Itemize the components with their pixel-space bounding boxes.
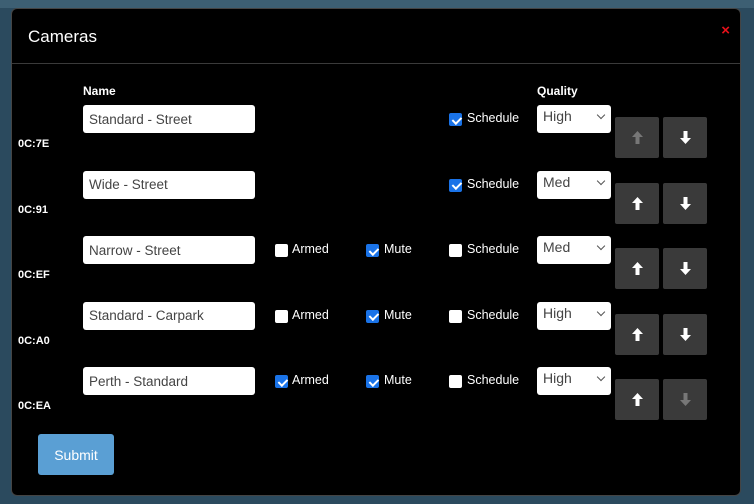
quality-select[interactable]: High xyxy=(537,301,611,330)
camera-name-input[interactable] xyxy=(83,105,255,133)
arrow-up-icon xyxy=(631,393,643,406)
move-down-button[interactable] xyxy=(663,313,707,355)
mute-label: Mute xyxy=(384,307,412,322)
mute-checkbox[interactable] xyxy=(366,375,379,388)
chevron-down-icon xyxy=(596,110,606,120)
arrow-up-icon xyxy=(631,327,643,341)
camera-row: 0C:EA Armed Mute Schedule High xyxy=(12,367,740,427)
schedule-checkbox[interactable] xyxy=(449,244,462,257)
camera-name-input[interactable] xyxy=(83,301,255,330)
dialog-header: Cameras × xyxy=(12,9,740,64)
arrow-up-icon xyxy=(631,131,643,144)
camera-mac-label: 0C:91 xyxy=(18,203,48,216)
cameras-dialog: Cameras × Name Quality 0C:7E Schedule Hig… xyxy=(11,8,741,496)
armed-label: Armed xyxy=(292,242,329,256)
camera-row: 0C:7E Schedule High xyxy=(12,105,740,165)
schedule-checkbox[interactable] xyxy=(449,178,462,192)
name-column-header: Name xyxy=(83,84,116,98)
quality-selected-value: High xyxy=(543,304,572,321)
quality-select[interactable]: Med xyxy=(537,236,611,264)
quality-select[interactable]: Med xyxy=(537,170,611,199)
schedule-label: Schedule xyxy=(467,307,520,322)
chevron-down-icon xyxy=(596,307,606,316)
move-down-button[interactable] xyxy=(663,117,707,158)
page-backdrop xyxy=(0,0,754,8)
chevron-down-icon xyxy=(596,176,606,185)
mute-checkbox[interactable] xyxy=(366,244,379,257)
camera-row: 0C:EF Armed Mute Schedule Med xyxy=(12,236,740,296)
schedule-label: Schedule xyxy=(467,176,520,191)
quality-selected-value: High xyxy=(543,370,572,386)
mute-checkbox[interactable] xyxy=(366,309,379,323)
arrow-down-icon xyxy=(679,327,691,341)
move-up-button[interactable] xyxy=(615,379,659,420)
mute-label: Mute xyxy=(384,373,412,387)
arrow-down-icon xyxy=(679,262,691,275)
schedule-checkbox[interactable] xyxy=(449,375,462,388)
move-down-button[interactable] xyxy=(663,379,707,420)
quality-column-header: Quality xyxy=(537,84,578,98)
move-up-button[interactable] xyxy=(615,117,659,158)
quality-select[interactable]: High xyxy=(537,367,611,395)
move-down-button[interactable] xyxy=(663,182,707,224)
arrow-down-icon xyxy=(679,196,691,210)
camera-row: 0C:A0 Armed Mute Schedule High xyxy=(12,301,740,362)
move-down-button[interactable] xyxy=(663,248,707,289)
camera-mac-label: 0C:EA xyxy=(18,400,52,412)
chevron-down-icon xyxy=(596,372,606,382)
move-up-button[interactable] xyxy=(615,248,659,289)
quality-selected-value: Med xyxy=(543,239,571,255)
quality-select[interactable]: High xyxy=(537,105,611,133)
schedule-checkbox[interactable] xyxy=(449,113,462,126)
armed-checkbox[interactable] xyxy=(275,375,288,388)
camera-mac-label: 0C:A0 xyxy=(18,334,50,347)
camera-mac-label: 0C:7E xyxy=(18,138,50,150)
close-icon[interactable]: × xyxy=(721,23,730,38)
schedule-label: Schedule xyxy=(467,111,520,125)
dialog-title: Cameras xyxy=(28,27,97,46)
camera-name-input[interactable] xyxy=(83,367,255,395)
camera-row: 0C:91 Schedule Med xyxy=(12,170,740,231)
armed-checkbox[interactable] xyxy=(275,244,288,257)
armed-label: Armed xyxy=(292,307,329,322)
schedule-label: Schedule xyxy=(467,242,520,256)
move-up-button[interactable] xyxy=(615,182,659,224)
arrow-up-icon xyxy=(631,196,643,210)
arrow-down-icon xyxy=(679,131,691,144)
schedule-checkbox[interactable] xyxy=(449,309,462,323)
quality-selected-value: High xyxy=(543,108,572,124)
move-up-button[interactable] xyxy=(615,313,659,355)
armed-checkbox[interactable] xyxy=(275,309,288,323)
armed-label: Armed xyxy=(292,373,329,387)
schedule-label: Schedule xyxy=(467,373,520,387)
arrow-down-icon xyxy=(679,393,691,406)
camera-mac-label: 0C:EF xyxy=(18,269,50,281)
quality-selected-value: Med xyxy=(543,173,571,190)
mute-label: Mute xyxy=(384,242,412,256)
camera-name-input[interactable] xyxy=(83,170,255,199)
arrow-up-icon xyxy=(631,262,643,275)
camera-name-input[interactable] xyxy=(83,236,255,264)
chevron-down-icon xyxy=(596,241,606,251)
submit-button[interactable]: Submit xyxy=(38,434,114,475)
